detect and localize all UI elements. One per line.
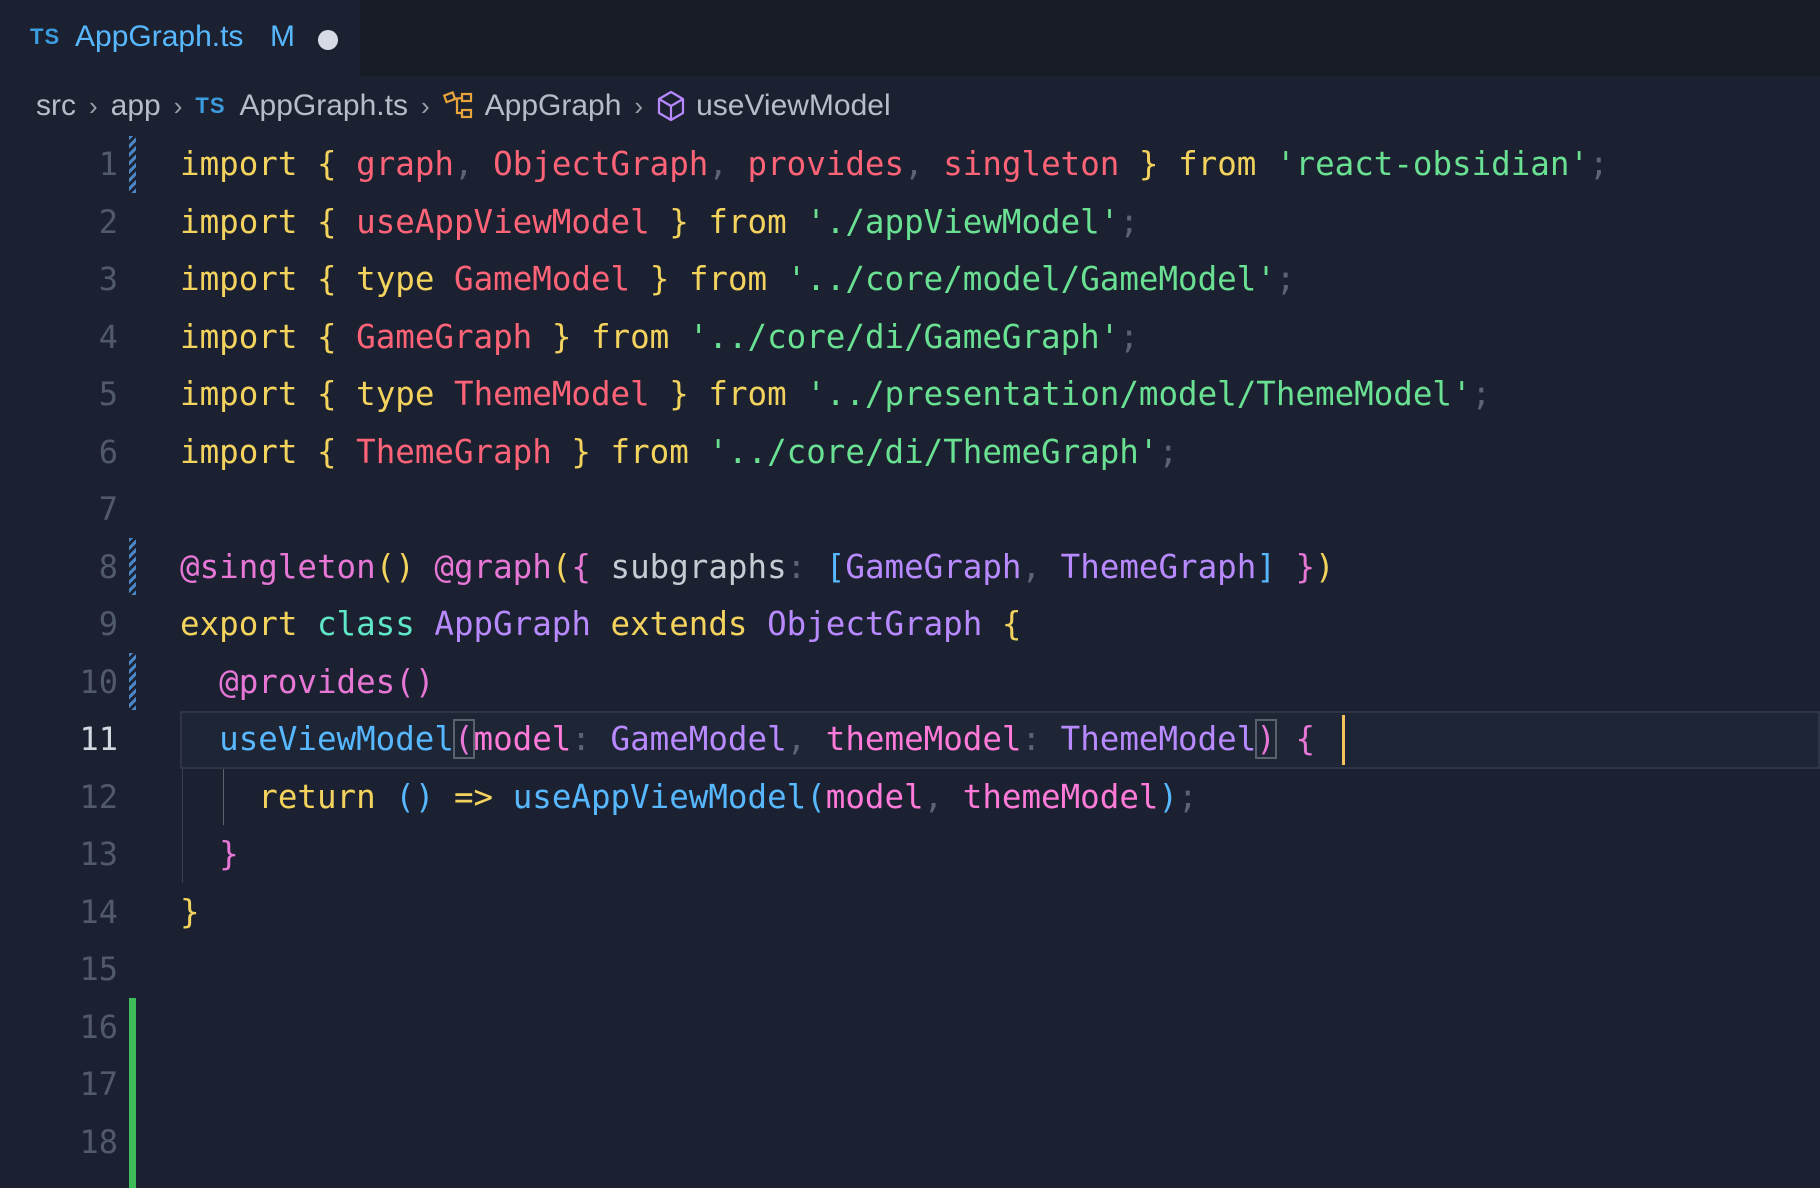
code-line[interactable]: 6 import { ThemeGraph } from '../core/di… <box>0 424 1820 482</box>
code-line[interactable]: 5 import { type ThemeModel } from '../pr… <box>0 366 1820 424</box>
line-number: 17 <box>79 1065 118 1103</box>
editor-tab-appgraph[interactable]: TS AppGraph.ts M <box>0 0 360 76</box>
code-line[interactable]: 2 import { useAppViewModel } from './app… <box>0 194 1820 252</box>
line-number: 12 <box>79 777 118 816</box>
code-line[interactable]: 12 return () => useAppViewModel(model, t… <box>0 769 1820 827</box>
unsaved-dot-icon[interactable] <box>318 30 338 50</box>
code-line[interactable]: 1 import { graph, ObjectGraph, provides,… <box>0 136 1820 194</box>
line-number: 18 <box>79 1122 118 1161</box>
code-line-current[interactable]: 11 useViewModel(model: GameModel, themeM… <box>0 711 1820 769</box>
git-modified-badge: M <box>270 20 295 53</box>
breadcrumb-class-label: AppGraph <box>484 89 622 122</box>
breadcrumb-item-file[interactable]: TS AppGraph.ts <box>195 89 408 123</box>
method-cube-icon <box>656 90 686 122</box>
breadcrumb-item-class[interactable]: AppGraph <box>442 89 622 123</box>
chevron-right-icon: › <box>420 90 430 121</box>
code-text: import { useAppViewModel } from './appVi… <box>180 202 1139 241</box>
code-text: export class AppGraph extends ObjectGrap… <box>180 605 1022 643</box>
code-text: @provides() <box>219 662 435 701</box>
line-number: 1 <box>98 145 118 183</box>
breadcrumb-item-src[interactable]: src <box>36 89 76 123</box>
line-number: 9 <box>98 605 118 643</box>
breadcrumb-item-method[interactable]: useViewModel <box>656 89 891 123</box>
tab-file-name: AppGraph.ts <box>75 20 244 53</box>
tab-bar: TS AppGraph.ts M <box>0 0 1820 76</box>
line-number: 6 <box>98 432 118 471</box>
code-text: import { GameGraph } from '../core/di/Ga… <box>180 317 1139 356</box>
code-text: useViewModel(model: GameModel, themeMode… <box>219 719 1316 759</box>
breadcrumb-file-label: AppGraph.ts <box>239 89 408 122</box>
code-line[interactable]: 10 @provides() <box>0 654 1820 712</box>
breadcrumb-item-app[interactable]: app <box>111 89 161 123</box>
line-number: 16 <box>79 1007 118 1046</box>
line-number: 2 <box>98 202 118 241</box>
breadcrumb: src › app › TS AppGraph.ts › AppGraph › <box>36 86 891 126</box>
typescript-file-icon: TS <box>30 24 61 49</box>
chevron-right-icon: › <box>173 90 183 121</box>
code-line[interactable]: 18 <box>0 1114 1820 1172</box>
chevron-right-icon: › <box>89 90 98 121</box>
code-line[interactable]: 15 <box>0 941 1820 999</box>
code-text: import { type GameModel } from '../core/… <box>180 260 1296 298</box>
typescript-file-icon: TS <box>195 93 226 118</box>
breadcrumb-method-label: useViewModel <box>696 89 891 122</box>
code-line[interactable]: 9 export class AppGraph extends ObjectGr… <box>0 596 1820 654</box>
code-line[interactable]: 3 import { type GameModel } from '../cor… <box>0 251 1820 309</box>
line-number: 10 <box>79 662 118 701</box>
code-line[interactable]: 7 <box>0 481 1820 539</box>
code-line[interactable]: 13 } <box>0 826 1820 884</box>
code-line[interactable]: 4 import { GameGraph } from '../core/di/… <box>0 309 1820 367</box>
code-text: } <box>180 892 200 931</box>
code-text: import { ThemeGraph } from '../core/di/T… <box>180 432 1179 471</box>
line-number: 3 <box>98 260 118 298</box>
line-number: 7 <box>98 490 118 528</box>
code-text: @singleton() @graph({ subgraphs: [GameGr… <box>180 547 1335 586</box>
line-number: 5 <box>98 375 118 413</box>
chevron-right-icon: › <box>634 90 644 121</box>
line-number: 14 <box>79 892 118 931</box>
line-number: 4 <box>98 317 118 356</box>
text-cursor <box>1342 715 1345 765</box>
code-line[interactable]: 8 @singleton() @graph({ subgraphs: [Game… <box>0 539 1820 597</box>
code-text: import { type ThemeModel } from '../pres… <box>180 375 1492 413</box>
line-number: 11 <box>79 720 118 758</box>
code-text: } <box>219 835 239 873</box>
code-text: return () => useAppViewModel(model, them… <box>258 777 1198 816</box>
code-line[interactable]: 17 <box>0 1056 1820 1114</box>
line-number: 13 <box>79 835 118 873</box>
code-line[interactable]: 16 <box>0 999 1820 1057</box>
line-number: 8 <box>98 547 118 586</box>
code-text: import { graph, ObjectGraph, provides, s… <box>180 145 1609 183</box>
code-line[interactable]: 14 } <box>0 884 1820 942</box>
class-symbol-icon <box>442 91 475 121</box>
line-number: 15 <box>79 950 118 988</box>
